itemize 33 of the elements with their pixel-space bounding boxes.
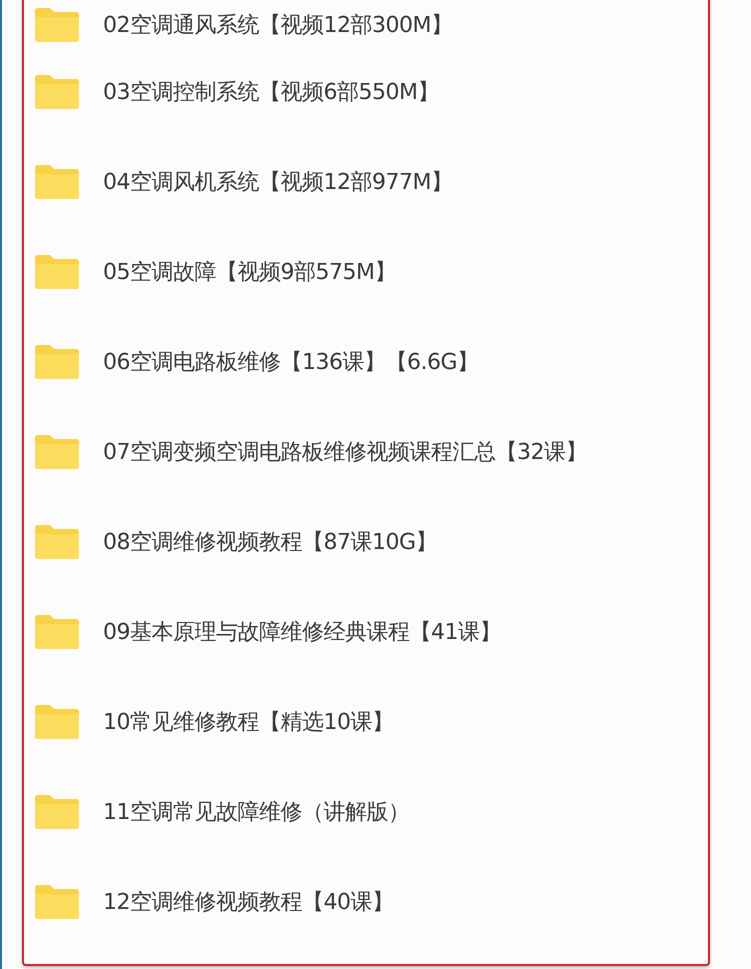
folder-icon: [35, 345, 79, 379]
folder-name: 08空调维修视频教程【87课10G】: [103, 529, 438, 557]
folder-item[interactable]: 03空调控制系统【视频6部550M】: [24, 47, 708, 137]
folder-name: 11空调常见故障维修（讲解版）: [103, 799, 410, 827]
folder-icon: [35, 435, 79, 469]
folder-item[interactable]: 06空调电路板维修【136课】【6.6G】: [24, 317, 708, 407]
folder-name: 12空调维修视频教程【40课】: [103, 889, 394, 917]
folder-icon: [35, 615, 79, 649]
folder-item[interactable]: 11空调常见故障维修（讲解版）: [24, 767, 708, 857]
folder-item[interactable]: 04空调风机系统【视频12部977M】: [24, 137, 708, 227]
folder-item[interactable]: 05空调故障【视频9部575M】: [24, 227, 708, 317]
folder-name: 07空调变频空调电路板维修视频课程汇总【32课】: [103, 439, 587, 467]
folder-name: 10常见维修教程【精选10课】: [103, 709, 394, 737]
folder-item[interactable]: 10常见维修教程【精选10课】: [24, 677, 708, 767]
folder-icon: [35, 705, 79, 739]
folder-icon: [35, 795, 79, 829]
folder-item[interactable]: 02空调通风系统【视频12部300M】: [24, 0, 708, 47]
folder-icon: [35, 75, 79, 109]
folder-name: 05空调故障【视频9部575M】: [103, 259, 396, 287]
folder-name: 03空调控制系统【视频6部550M】: [103, 79, 439, 107]
folder-item[interactable]: 07空调变频空调电路板维修视频课程汇总【32课】: [24, 407, 708, 497]
folder-icon: [35, 525, 79, 559]
folder-name: 06空调电路板维修【136课】【6.6G】: [103, 349, 479, 377]
folder-icon: [35, 8, 79, 42]
folder-icon: [35, 255, 79, 289]
folder-name: 04空调风机系统【视频12部977M】: [103, 169, 452, 197]
folder-name: 09基本原理与故障维修经典课程【41课】: [103, 619, 501, 647]
folder-item[interactable]: 08空调维修视频教程【87课10G】: [24, 497, 708, 587]
folder-item[interactable]: 12空调维修视频教程【40课】: [24, 857, 708, 947]
folder-icon: [35, 165, 79, 199]
folder-name: 02空调通风系统【视频12部300M】: [103, 12, 452, 40]
folder-item[interactable]: 09基本原理与故障维修经典课程【41课】: [24, 587, 708, 677]
folder-icon: [35, 885, 79, 919]
